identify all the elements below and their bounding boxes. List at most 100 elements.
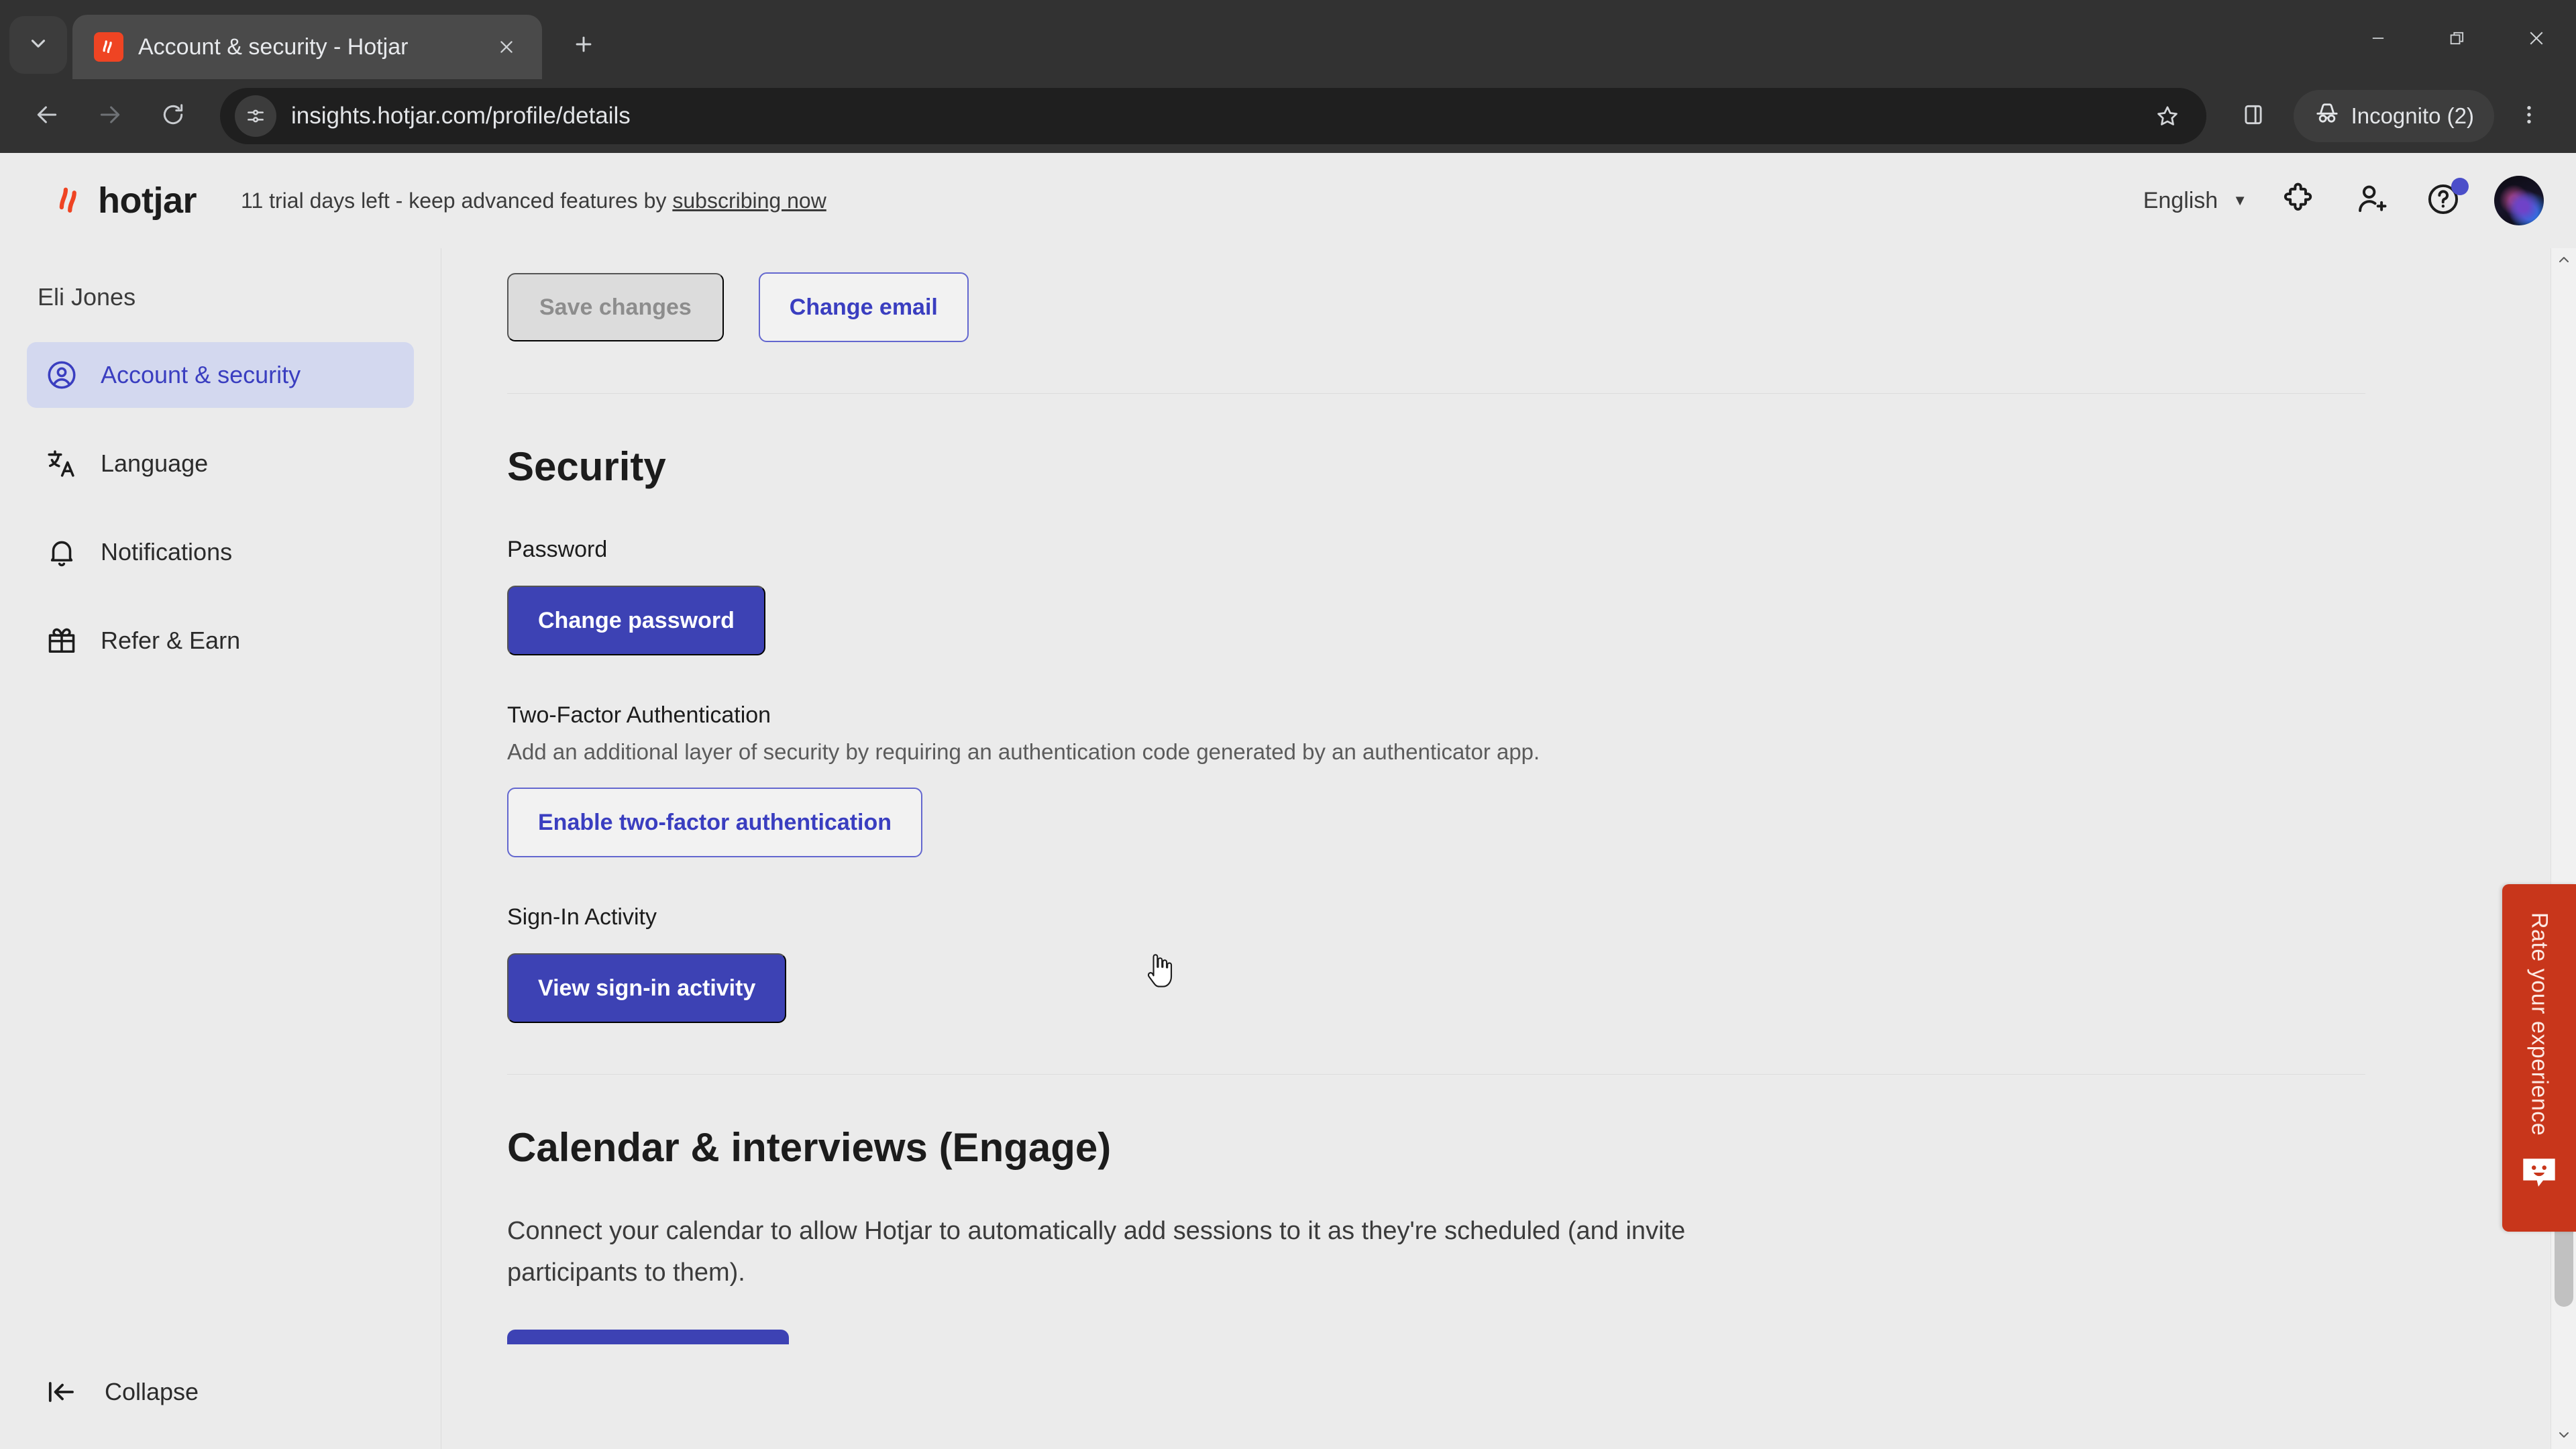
sidebar-collapse-label: Collapse xyxy=(105,1378,199,1405)
arrow-right-icon xyxy=(97,102,123,131)
hotjar-logo[interactable]: hotjar xyxy=(52,180,197,221)
avatar[interactable] xyxy=(2494,176,2544,225)
user-plus-icon xyxy=(2352,180,2390,221)
chevron-up-icon xyxy=(2557,255,2571,268)
sidebar-item-label: Notifications xyxy=(101,538,233,566)
browser-toolbar: insights.hotjar.com/profile/details Inco… xyxy=(0,79,2576,153)
section-divider xyxy=(507,393,2365,394)
new-tab-button[interactable] xyxy=(558,20,609,71)
save-changes-button[interactable]: Save changes xyxy=(507,273,724,341)
sidebar-item-label: Language xyxy=(101,449,209,477)
sidebar-item-label: Refer & Earn xyxy=(101,627,241,654)
app-body: Eli Jones Account & security Language No… xyxy=(0,248,2576,1449)
calendar-section-title: Calendar & interviews (Engage) xyxy=(507,1125,1112,1170)
section-divider xyxy=(507,1074,2365,1075)
forward-button[interactable] xyxy=(82,88,138,144)
two-factor-description: Add an additional layer of security by r… xyxy=(507,739,1540,764)
app-header-actions: English ▼ xyxy=(2143,176,2544,225)
translate-icon xyxy=(44,446,79,481)
scroll-down-button[interactable] xyxy=(2551,1424,2576,1449)
change-password-button[interactable]: Change password xyxy=(507,586,765,655)
smiley-feedback-icon xyxy=(2520,1156,2558,1189)
security-section-title: Security xyxy=(507,444,666,489)
incognito-label: Incognito (2) xyxy=(2351,103,2474,128)
gift-icon xyxy=(44,623,79,658)
address-bar[interactable]: insights.hotjar.com/profile/details xyxy=(220,88,2206,144)
arrow-left-icon xyxy=(34,102,60,131)
sidebar-username: Eli Jones xyxy=(38,283,136,311)
browser-tab-title: Account & security - Hotjar xyxy=(138,34,409,60)
minimize-icon xyxy=(2369,29,2387,51)
view-signin-activity-button[interactable]: View sign-in activity xyxy=(507,953,787,1023)
user-circle-icon xyxy=(44,358,79,392)
change-email-button[interactable]: Change email xyxy=(758,272,969,342)
page-viewport: hotjar 11 trial days left - keep advance… xyxy=(0,153,2576,1449)
sidebar-item-notifications[interactable]: Notifications xyxy=(27,519,414,585)
site-info-icon[interactable] xyxy=(235,95,276,137)
browser-tab-strip: Account & security - Hotjar xyxy=(0,0,2576,79)
connect-calendar-button-peek[interactable] xyxy=(507,1330,789,1345)
integrations-button[interactable] xyxy=(2277,179,2320,222)
chevron-down-icon xyxy=(27,32,50,58)
side-panel-button[interactable] xyxy=(2225,88,2282,144)
restore-button[interactable] xyxy=(2418,0,2497,79)
restore-icon xyxy=(2448,29,2467,51)
chrome-menu-button[interactable] xyxy=(2501,88,2557,144)
password-label: Password xyxy=(507,537,608,562)
bell-icon xyxy=(44,535,79,570)
content-inner: Save changes Change email Security Passw… xyxy=(441,248,2454,1345)
close-window-button[interactable] xyxy=(2497,0,2576,79)
reload-icon xyxy=(160,102,186,131)
language-label: English xyxy=(2143,187,2218,213)
tab-search-button[interactable] xyxy=(9,16,67,74)
reload-button[interactable] xyxy=(145,88,201,144)
enable-two-factor-button[interactable]: Enable two-factor authentication xyxy=(507,788,923,857)
signin-activity-label: Sign-In Activity xyxy=(507,904,657,930)
help-button[interactable] xyxy=(2422,178,2469,222)
app-header: hotjar 11 trial days left - keep advance… xyxy=(0,153,2576,248)
hotjar-flame-icon xyxy=(52,183,87,218)
close-icon[interactable] xyxy=(490,30,523,64)
incognito-profile-button[interactable]: Incognito (2) xyxy=(2293,90,2494,142)
back-button[interactable] xyxy=(19,88,75,144)
puzzle-piece-icon xyxy=(2279,180,2317,221)
notification-badge-dot xyxy=(2451,178,2469,195)
minimize-button[interactable] xyxy=(2339,0,2418,79)
sidebar-item-account-security[interactable]: Account & security xyxy=(27,342,414,408)
scroll-up-button[interactable] xyxy=(2551,248,2576,274)
incognito-icon xyxy=(2314,100,2341,132)
chevron-down-icon xyxy=(2557,1430,2571,1443)
close-icon xyxy=(2526,28,2546,52)
sidebar-item-label: Account & security xyxy=(101,361,301,388)
scrollbar-track[interactable] xyxy=(2551,274,2576,1424)
rate-experience-tab[interactable]: Rate your experience xyxy=(2502,884,2576,1232)
side-panel-icon xyxy=(2241,102,2266,131)
account-actions-row: Save changes Change email xyxy=(507,272,2454,342)
sidebar-item-language[interactable]: Language xyxy=(27,431,414,496)
trial-banner-text: 11 trial days left - keep advanced featu… xyxy=(241,188,673,213)
trial-banner: 11 trial days left - keep advanced featu… xyxy=(241,189,826,213)
url-text[interactable]: insights.hotjar.com/profile/details xyxy=(291,103,2133,129)
invite-user-button[interactable] xyxy=(2349,179,2392,222)
bookmark-star-icon[interactable] xyxy=(2147,96,2188,136)
browser-window: Account & security - Hotjar insights.hot… xyxy=(0,0,2576,1449)
hotjar-wordmark: hotjar xyxy=(98,180,197,221)
browser-tab[interactable]: Account & security - Hotjar xyxy=(72,15,542,79)
sidebar-collapse-button[interactable]: Collapse xyxy=(27,1362,414,1422)
two-factor-label: Two-Factor Authentication xyxy=(507,702,771,728)
subscribe-link[interactable]: subscribing now xyxy=(672,189,826,213)
plus-icon xyxy=(572,33,595,59)
main-content: Save changes Change email Security Passw… xyxy=(441,248,2576,1449)
window-controls xyxy=(2339,0,2576,79)
chevron-down-icon: ▼ xyxy=(2233,192,2247,209)
kebab-menu-icon xyxy=(2516,102,2542,131)
rate-experience-label: Rate your experience xyxy=(2526,912,2553,1136)
sidebar: Eli Jones Account & security Language No… xyxy=(0,248,441,1449)
collapse-left-icon xyxy=(43,1375,78,1409)
language-selector[interactable]: English ▼ xyxy=(2143,188,2247,214)
page-scrollbar[interactable] xyxy=(2551,248,2576,1449)
sidebar-item-refer-earn[interactable]: Refer & Earn xyxy=(27,608,414,674)
hotjar-favicon xyxy=(94,32,123,62)
calendar-description: Connect your calendar to allow Hotjar to… xyxy=(507,1217,1686,1287)
